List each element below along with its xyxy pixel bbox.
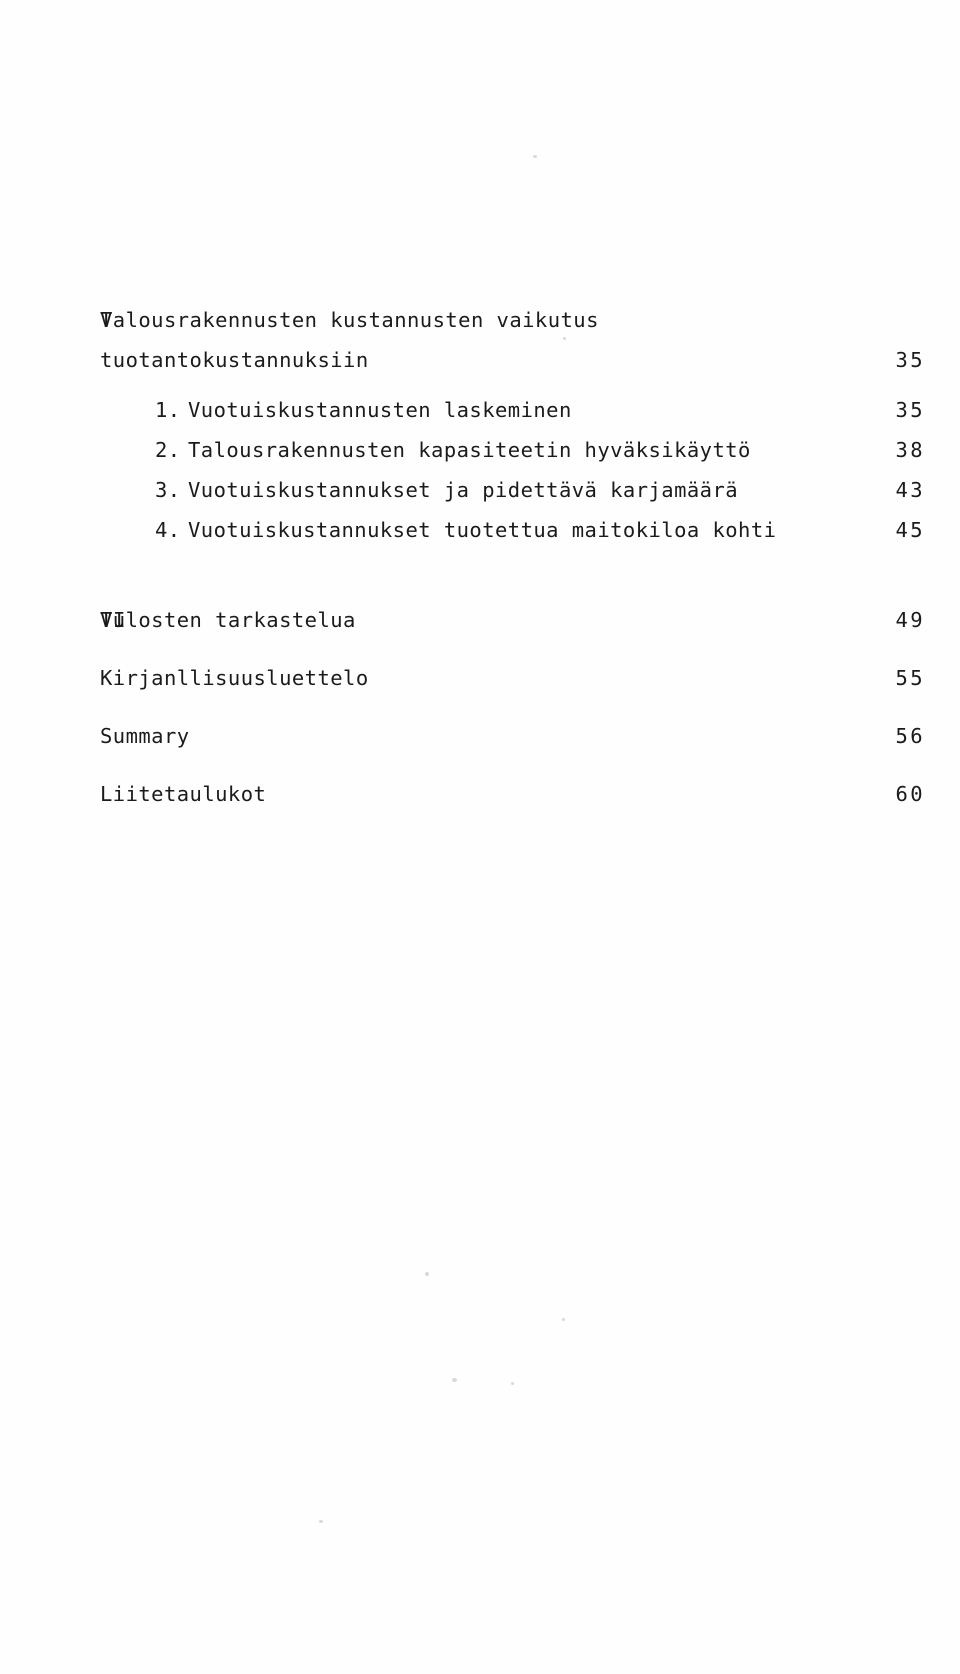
toc-subitem-2: 2. Talousrakennusten kapasiteetin hyväks… (0, 430, 960, 470)
scanned-page: V Talousrakennusten kustannusten vaikutu… (0, 0, 960, 1674)
subitem-title: Talousrakennusten kapasiteetin hyväksikä… (188, 438, 751, 462)
page-number: 60 (895, 782, 925, 806)
page-number: 43 (895, 478, 925, 502)
subitem-marker: 3. (155, 478, 181, 502)
toc-subitem-4: 4. Vuotuiskustannukset tuotettua maitoki… (0, 510, 960, 550)
page-number: 55 (895, 666, 925, 690)
toc-entry-chapter-vi: VI Tulosten tarkastelua 49 (0, 600, 960, 640)
scan-speck (511, 1382, 514, 1385)
backmatter-title: Liitetaulukot (100, 774, 890, 814)
scan-speck (563, 337, 566, 340)
toc-entry-appendix-tables: Liitetaulukot 60 (0, 774, 960, 814)
scan-speck (319, 1520, 323, 1523)
chapter-title-line: Tulosten tarkastelua (100, 608, 356, 632)
subitem-title: Vuotuiskustannusten laskeminen (188, 398, 572, 422)
toc-entry-summary: Summary 56 (0, 716, 960, 756)
scan-speck (425, 1272, 429, 1276)
table-of-contents: V Talousrakennusten kustannusten vaikutu… (0, 300, 960, 814)
subitem-title: Vuotuiskustannukset ja pidettävä karjamä… (188, 478, 739, 502)
scan-speck (452, 1378, 457, 1382)
backmatter-title-line: Summary (100, 724, 190, 748)
toc-entry-bibliography: Kirjanllisuusluettelo 55 (0, 658, 960, 698)
toc-entry-chapter-v: V Talousrakennusten kustannusten vaikutu… (0, 300, 960, 380)
backmatter-title-line: Liitetaulukot (100, 782, 267, 806)
chapter-title: Talousrakennusten kustannusten vaikutus … (100, 300, 890, 380)
chapter-title-line: tuotantokustannuksiin (100, 348, 369, 372)
page-number: 35 (895, 398, 925, 422)
subitem-marker: 1. (155, 398, 181, 422)
chapter-title-line: Talousrakennusten kustannusten vaikutus (100, 308, 599, 332)
subitem-marker: 4. (155, 518, 181, 542)
subitem-marker: 2. (155, 438, 181, 462)
page-number: 38 (895, 438, 925, 462)
backmatter-title: Summary (100, 716, 890, 756)
toc-subitem-3: 3. Vuotuiskustannukset ja pidettävä karj… (0, 470, 960, 510)
scan-speck (562, 1318, 565, 1321)
scan-speck (533, 155, 537, 158)
chapter-numeral: V (100, 308, 114, 332)
backmatter-title-line: Kirjanllisuusluettelo (100, 666, 369, 690)
subitem-title: Vuotuiskustannukset tuotettua maitokiloa… (188, 518, 777, 542)
page-number: 35 (895, 348, 925, 372)
toc-subitem-1: 1. Vuotuiskustannusten laskeminen 35 (0, 390, 960, 430)
chapter-numeral: VI (100, 608, 127, 632)
page-number: 49 (895, 608, 925, 632)
chapter-title: Tulosten tarkastelua (100, 600, 890, 640)
page-number: 56 (895, 724, 925, 748)
page-number: 45 (895, 518, 925, 542)
backmatter-title: Kirjanllisuusluettelo (100, 658, 890, 698)
